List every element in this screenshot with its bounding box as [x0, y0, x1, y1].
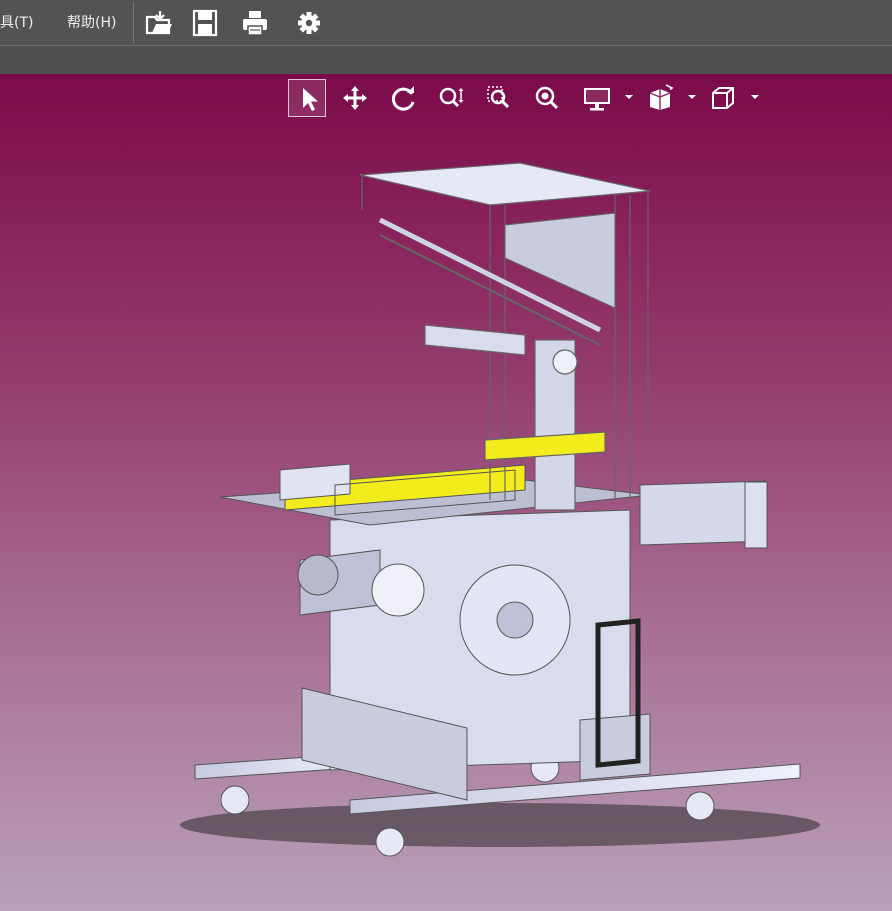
pan-move-icon[interactable]	[336, 79, 374, 117]
upper-frame	[359, 162, 651, 511]
print-icon[interactable]	[240, 8, 270, 38]
display-mode-icon[interactable]	[578, 79, 616, 117]
view-orientation-icon[interactable]	[642, 79, 680, 117]
menubar-separator	[133, 2, 134, 44]
open-file-icon[interactable]	[144, 8, 174, 38]
save-icon[interactable]	[190, 8, 220, 38]
select-arrow-icon[interactable]	[288, 79, 326, 117]
display-mode-dropdown-icon[interactable]	[624, 92, 634, 102]
cube-view-icon[interactable]	[704, 79, 742, 117]
lower-cabinet	[297, 509, 651, 801]
cad-machine-model[interactable]	[160, 144, 820, 911]
subtoolbar	[0, 46, 892, 74]
menubar: 工具(T) 帮助(H)	[0, 0, 892, 46]
3d-viewport[interactable]	[0, 74, 892, 911]
floor-shadow	[180, 803, 820, 847]
zoom-fit-icon[interactable]	[528, 79, 566, 117]
zoom-window-icon[interactable]	[480, 79, 518, 117]
rotate-icon[interactable]	[384, 79, 422, 117]
settings-gear-icon[interactable]	[294, 8, 324, 38]
zoom-icon[interactable]	[432, 79, 470, 117]
cube-view-dropdown-icon[interactable]	[750, 92, 760, 102]
view-orientation-dropdown-icon[interactable]	[687, 92, 697, 102]
menu-tools[interactable]: 工具(T)	[0, 13, 33, 33]
menu-help[interactable]: 帮助(H)	[67, 13, 116, 33]
